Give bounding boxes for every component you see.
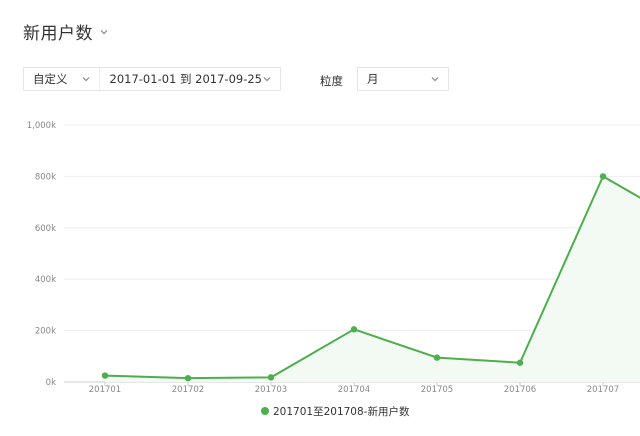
legend-label: 201701至201708-新用户数 — [273, 405, 410, 418]
preset-dropdown[interactable]: 自定义 — [24, 68, 100, 90]
chart-canvas: 0k 200k 400k 600k 800k 1,000k 201701 201702 2017… — [27, 121, 640, 418]
chevron-down-icon — [81, 74, 91, 84]
preset-label: 自定义 — [33, 72, 68, 86]
data-point — [599, 173, 607, 180]
x-tick-label: 201706 — [504, 385, 536, 395]
x-tick-label: 201703 — [255, 385, 287, 395]
data-point — [184, 374, 192, 382]
page-title: 新用户数 — [23, 24, 93, 44]
date-range-dropdown[interactable]: 2017-01-01 到 2017-09-25 — [100, 68, 280, 90]
y-tick-label: 400k — [35, 275, 56, 285]
x-tick-label: 201705 — [421, 385, 453, 395]
granularity-label: 粒度 — [320, 74, 343, 88]
date-range-select: 自定义 2017-01-01 到 2017-09-25 — [23, 67, 281, 91]
data-point — [101, 372, 109, 379]
chevron-down-icon — [99, 27, 109, 37]
y-tick-label: 200k — [35, 327, 56, 337]
x-tick-label: 201704 — [338, 385, 370, 395]
data-point — [267, 374, 275, 381]
granularity-dropdown[interactable]: 月 — [357, 67, 449, 91]
legend-marker — [261, 407, 269, 415]
x-tick-label: 201707 — [587, 385, 619, 395]
chevron-down-icon — [430, 74, 440, 84]
page-title-dropdown[interactable]: 新用户数 — [23, 19, 109, 44]
y-tick-label: 1,000k — [27, 121, 56, 131]
x-tick-label: 201701 — [89, 385, 121, 395]
data-point — [350, 326, 358, 333]
y-tick-label: 0k — [46, 378, 56, 388]
new-users-line-chart: 0k 200k 400k 600k 800k 1,000k 201701 201702 2017… — [0, 110, 640, 436]
data-point — [433, 354, 441, 361]
chevron-down-icon — [262, 74, 272, 84]
granularity-value: 月 — [367, 72, 379, 86]
y-tick-label: 800k — [35, 172, 56, 182]
date-range-value: 2017-01-01 到 2017-09-25 — [109, 72, 262, 86]
data-point — [516, 359, 524, 366]
x-tick-label: 201702 — [172, 385, 204, 395]
y-tick-label: 600k — [35, 224, 56, 234]
